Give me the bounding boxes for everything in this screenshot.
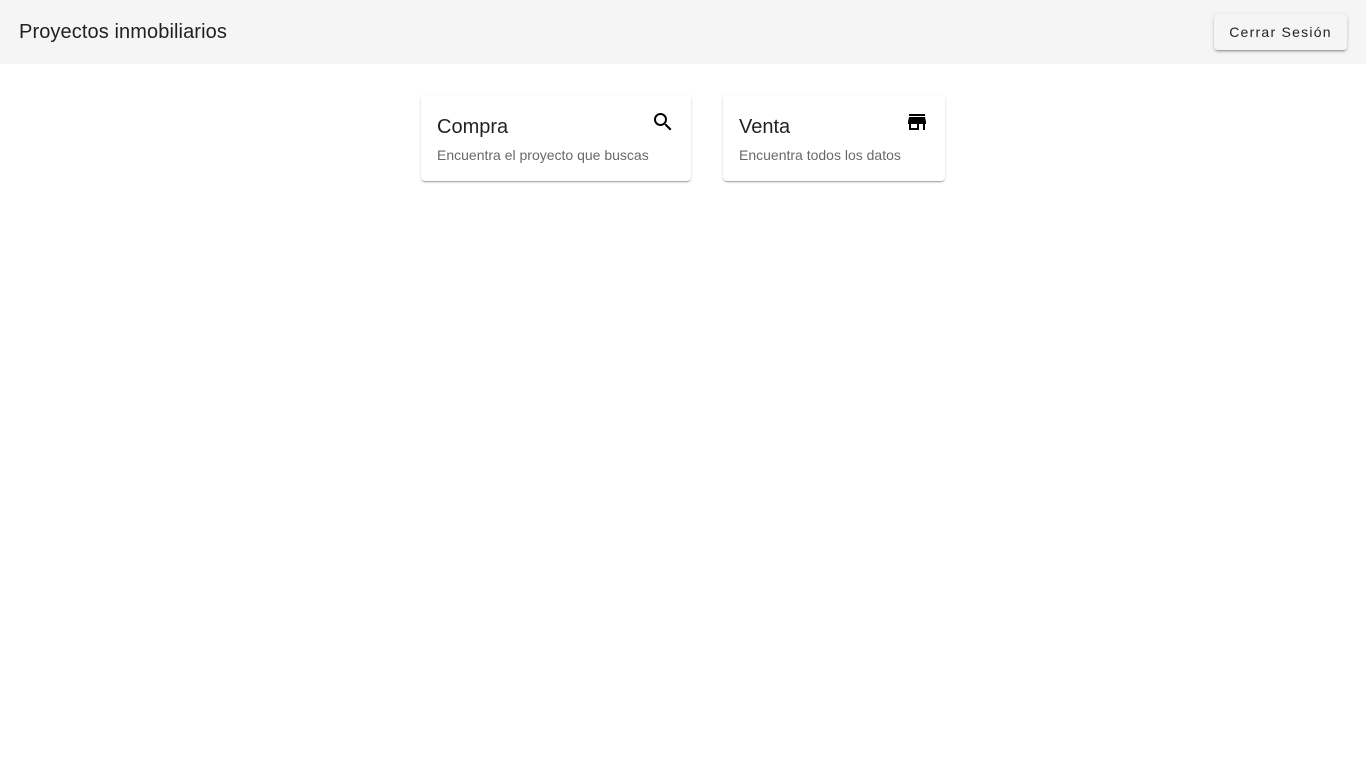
venta-card[interactable]: Venta Encuentra todos los datos bbox=[723, 95, 945, 181]
top-toolbar: Proyectos inmobiliarios Cerrar Sesión bbox=[0, 0, 1366, 64]
logout-button[interactable]: Cerrar Sesión bbox=[1214, 14, 1347, 50]
card-subtitle: Encuentra el proyecto que buscas bbox=[437, 147, 649, 163]
card-title: Venta bbox=[739, 116, 791, 138]
app-title: Proyectos inmobiliarios bbox=[19, 21, 227, 43]
store-icon bbox=[905, 110, 929, 134]
card-subtitle: Encuentra todos los datos bbox=[739, 147, 901, 163]
compra-card[interactable]: Compra Encuentra el proyecto que buscas bbox=[421, 95, 691, 181]
search-icon bbox=[651, 110, 675, 134]
card-title: Compra bbox=[437, 116, 509, 138]
